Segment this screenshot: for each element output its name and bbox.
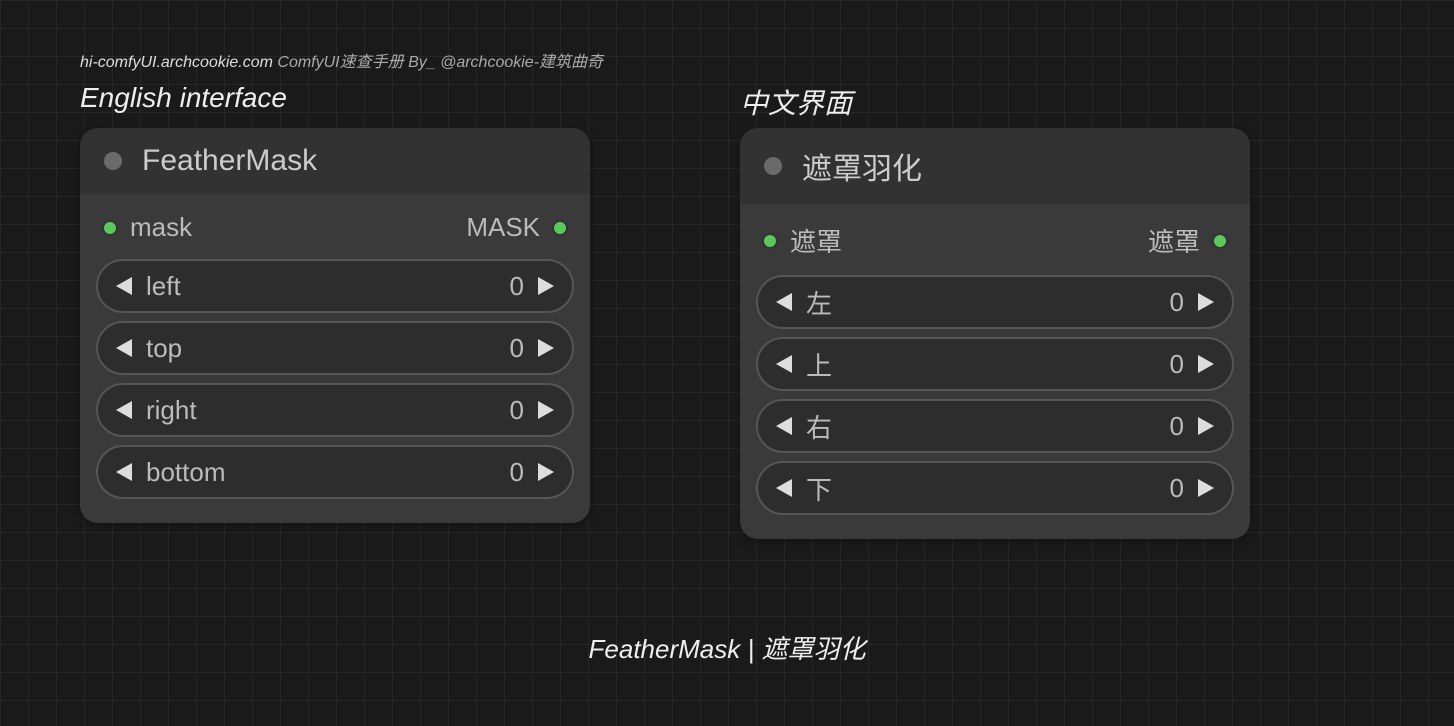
input-dot-icon[interactable]: [102, 220, 118, 236]
arrow-left-icon[interactable]: [776, 293, 792, 311]
node-feathermask-en[interactable]: FeatherMask mask MASK left 0 top 0: [80, 128, 590, 523]
node-header-cn[interactable]: 遮罩羽化: [740, 128, 1250, 204]
param-right-en[interactable]: right 0: [96, 383, 574, 437]
param-label: top: [146, 333, 510, 364]
arrow-left-icon[interactable]: [776, 417, 792, 435]
arrow-right-icon[interactable]: [538, 401, 554, 419]
node-collapse-dot-icon[interactable]: [764, 157, 782, 175]
node-collapse-dot-icon[interactable]: [104, 152, 122, 170]
param-bottom-en[interactable]: bottom 0: [96, 445, 574, 499]
chinese-interface-label: 中文界面: [740, 82, 852, 122]
output-dot-icon[interactable]: [1212, 233, 1228, 249]
header-domain: hi-comfyUI.archcookie.com: [80, 54, 273, 71]
param-label: right: [146, 395, 510, 426]
node-title-en: FeatherMask: [142, 144, 317, 178]
arrow-right-icon[interactable]: [538, 277, 554, 295]
input-label-cn: 遮罩: [790, 222, 842, 259]
arrow-left-icon[interactable]: [116, 463, 132, 481]
io-row-cn: 遮罩 遮罩: [756, 222, 1234, 267]
arrow-left-icon[interactable]: [776, 355, 792, 373]
param-value[interactable]: 0: [510, 395, 524, 426]
param-value[interactable]: 0: [510, 333, 524, 364]
node-title-cn: 遮罩羽化: [802, 144, 922, 188]
arrow-right-icon[interactable]: [1198, 355, 1214, 373]
node-header-en[interactable]: FeatherMask: [80, 128, 590, 194]
param-top-en[interactable]: top 0: [96, 321, 574, 375]
arrow-left-icon[interactable]: [776, 479, 792, 497]
param-left-en[interactable]: left 0: [96, 259, 574, 313]
arrow-left-icon[interactable]: [116, 277, 132, 295]
node-body-cn: 遮罩 遮罩 左 0 上 0 右 0 下 0: [740, 204, 1250, 539]
output-label-cn: 遮罩: [1148, 222, 1200, 259]
param-label: 上: [806, 346, 1170, 383]
param-value[interactable]: 0: [1170, 473, 1184, 504]
arrow-right-icon[interactable]: [538, 339, 554, 357]
param-value[interactable]: 0: [510, 271, 524, 302]
param-top-cn[interactable]: 上 0: [756, 337, 1234, 391]
arrow-left-icon[interactable]: [116, 401, 132, 419]
io-row-en: mask MASK: [96, 212, 574, 251]
input-slot-en[interactable]: mask: [102, 212, 192, 243]
header-attribution: hi-comfyUI.archcookie.com ComfyUI速查手册 By…: [80, 48, 603, 72]
param-bottom-cn[interactable]: 下 0: [756, 461, 1234, 515]
output-dot-icon[interactable]: [552, 220, 568, 236]
input-dot-icon[interactable]: [762, 233, 778, 249]
arrow-right-icon[interactable]: [1198, 417, 1214, 435]
param-label: 左: [806, 284, 1170, 321]
node-body-en: mask MASK left 0 top 0 right 0: [80, 194, 590, 523]
param-value[interactable]: 0: [1170, 287, 1184, 318]
arrow-right-icon[interactable]: [538, 463, 554, 481]
param-left-cn[interactable]: 左 0: [756, 275, 1234, 329]
english-interface-label: English interface: [80, 82, 287, 114]
param-value[interactable]: 0: [1170, 411, 1184, 442]
output-label-en: MASK: [466, 212, 540, 243]
param-right-cn[interactable]: 右 0: [756, 399, 1234, 453]
input-slot-cn[interactable]: 遮罩: [762, 222, 842, 259]
param-label: bottom: [146, 457, 510, 488]
param-value[interactable]: 0: [510, 457, 524, 488]
header-subtitle: ComfyUI速查手册 By_ @archcookie-建筑曲奇: [273, 54, 603, 71]
param-label: 右: [806, 408, 1170, 445]
input-label-en: mask: [130, 212, 192, 243]
arrow-left-icon[interactable]: [116, 339, 132, 357]
param-value[interactable]: 0: [1170, 349, 1184, 380]
param-label: left: [146, 271, 510, 302]
arrow-right-icon[interactable]: [1198, 479, 1214, 497]
output-slot-cn[interactable]: 遮罩: [1148, 222, 1228, 259]
output-slot-en[interactable]: MASK: [466, 212, 568, 243]
arrow-right-icon[interactable]: [1198, 293, 1214, 311]
param-label: 下: [806, 470, 1170, 507]
caption: FeatherMask | 遮罩羽化: [0, 629, 1454, 666]
node-feathermask-cn[interactable]: 遮罩羽化 遮罩 遮罩 左 0 上 0 右 0: [740, 128, 1250, 539]
